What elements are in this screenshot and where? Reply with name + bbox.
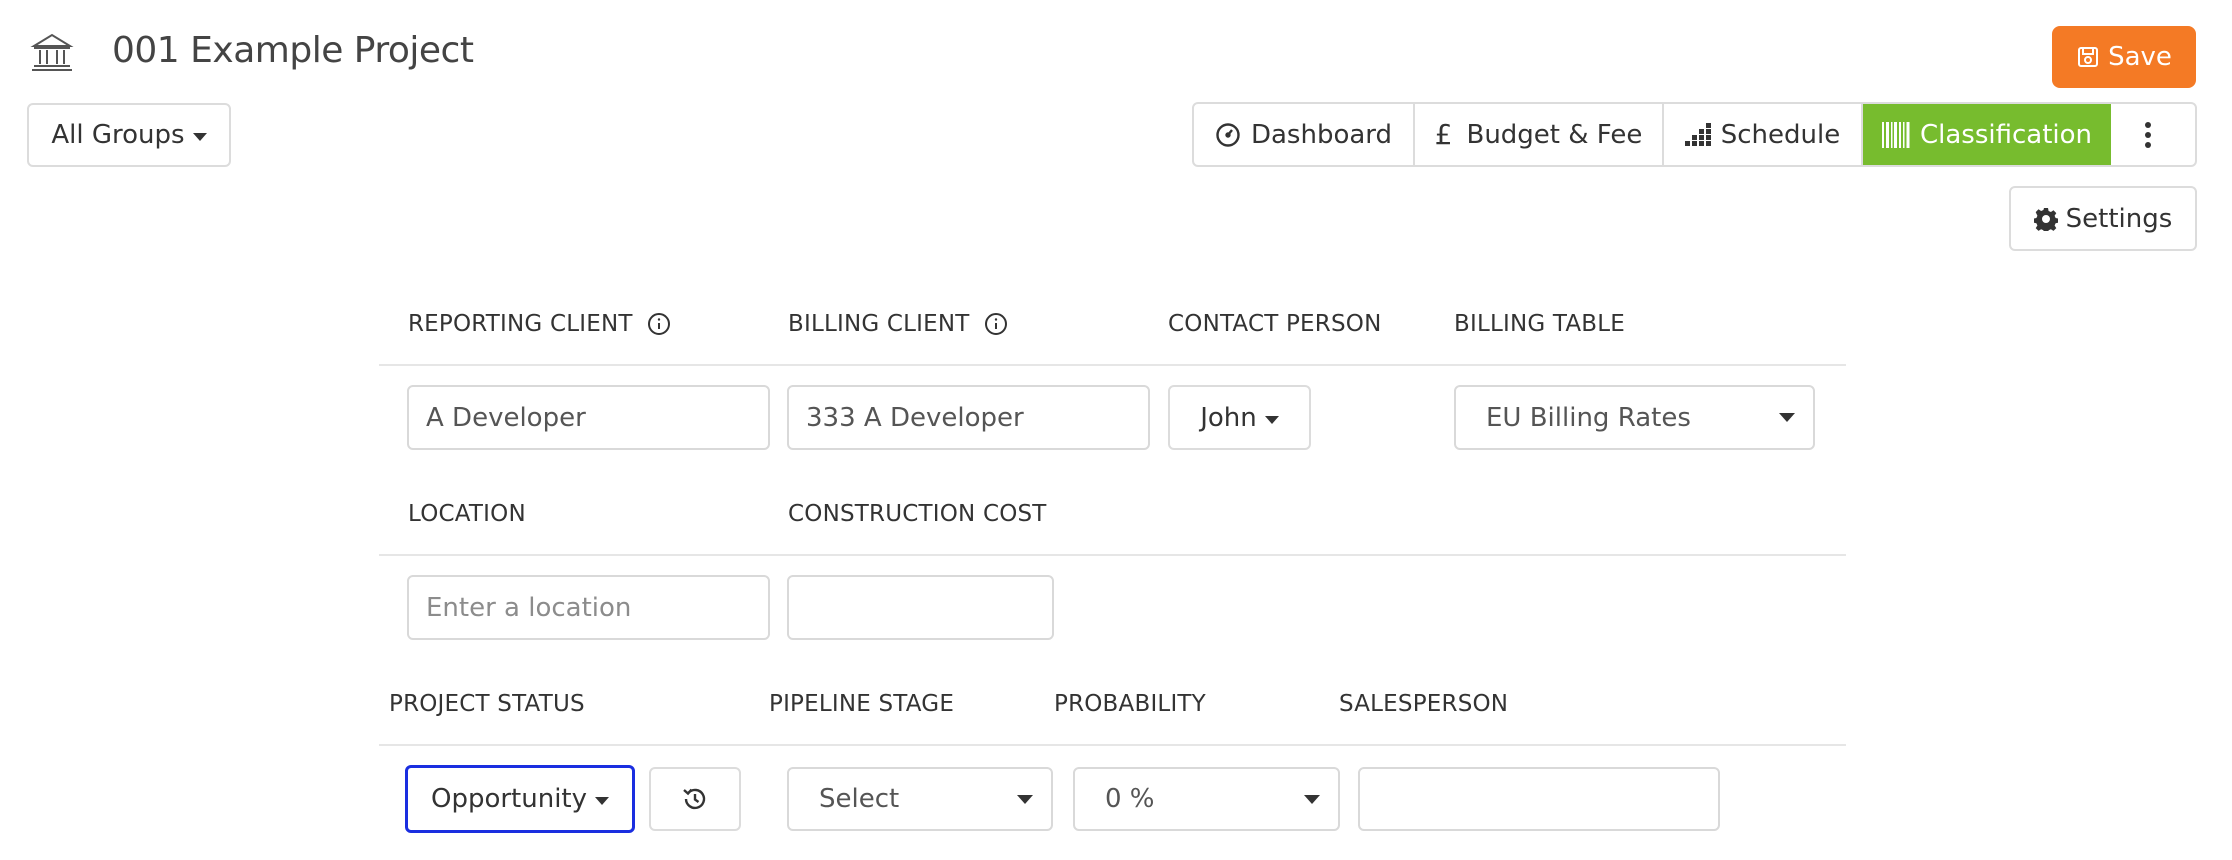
- construction-cost-label: CONSTRUCTION COST: [788, 501, 1047, 527]
- construction-cost-field[interactable]: [787, 575, 1054, 640]
- reporting-client-field[interactable]: A Developer: [407, 385, 770, 450]
- tab-budget-fee-label: Budget & Fee: [1466, 119, 1643, 150]
- divider: [379, 554, 1846, 556]
- pound-icon: £: [1434, 118, 1453, 151]
- history-icon: [683, 788, 706, 810]
- settings-label: Settings: [2065, 203, 2173, 234]
- billing-table-value: EU Billing Rates: [1486, 402, 1691, 433]
- schedule-bars-icon: [1684, 122, 1711, 146]
- salesperson-field[interactable]: [1358, 767, 1720, 831]
- location-label: LOCATION: [408, 501, 526, 527]
- tab-schedule[interactable]: Schedule: [1664, 104, 1863, 165]
- all-groups-dropdown[interactable]: All Groups: [27, 103, 231, 167]
- save-button[interactable]: Save: [2052, 26, 2196, 88]
- vertical-ellipsis-icon: [2145, 121, 2151, 148]
- info-icon[interactable]: [984, 312, 1008, 336]
- contact-person-dropdown[interactable]: John: [1168, 385, 1311, 450]
- pipeline-stage-value: Select: [819, 784, 900, 814]
- chevron-down-icon: [1017, 794, 1033, 804]
- billing-client-label-text: BILLING CLIENT: [788, 311, 970, 337]
- view-tabs: Dashboard £ Budget & Fee Schedule Classi…: [1192, 102, 2197, 167]
- tab-dashboard[interactable]: Dashboard: [1194, 104, 1415, 165]
- chevron-down-icon: [595, 797, 610, 805]
- contact-person-value: John: [1200, 402, 1257, 433]
- pipeline-stage-label: PIPELINE STAGE: [769, 691, 955, 717]
- billing-table-label: BILLING TABLE: [1454, 311, 1626, 337]
- status-history-button[interactable]: [649, 767, 741, 831]
- chevron-down-icon: [192, 133, 207, 141]
- contact-person-label: CONTACT PERSON: [1168, 311, 1382, 337]
- tab-classification[interactable]: Classification: [1863, 104, 2111, 165]
- billing-table-select[interactable]: EU Billing Rates: [1454, 385, 1815, 450]
- save-label: Save: [2108, 42, 2172, 72]
- tab-classification-label: Classification: [1919, 119, 2093, 150]
- page-title: 001 Example Project: [112, 30, 474, 71]
- gear-icon: [2033, 207, 2058, 231]
- chevron-down-icon: [1264, 415, 1279, 424]
- reporting-client-label-text: REPORTING CLIENT: [408, 311, 633, 337]
- project-building-icon: [30, 32, 74, 72]
- billing-client-label: BILLING CLIENT: [788, 311, 1008, 337]
- location-field[interactable]: Enter a location: [407, 575, 770, 640]
- groups-label: All Groups: [51, 120, 185, 150]
- tab-budget-fee[interactable]: £ Budget & Fee: [1415, 104, 1664, 165]
- chevron-down-icon: [1779, 413, 1795, 422]
- more-options-button[interactable]: [2111, 104, 2195, 165]
- probability-label: PROBABILITY: [1054, 691, 1206, 717]
- settings-button[interactable]: Settings: [2009, 186, 2197, 251]
- project-status-label: PROJECT STATUS: [389, 691, 585, 717]
- pipeline-stage-select[interactable]: Select: [787, 767, 1053, 831]
- project-status-value: Opportunity: [430, 784, 588, 814]
- salesperson-label: SALESPERSON: [1339, 691, 1509, 717]
- save-icon: [2078, 47, 2099, 67]
- probability-value: 0 %: [1105, 784, 1155, 814]
- billing-client-field[interactable]: 333 A Developer: [787, 385, 1150, 450]
- barcode-icon: [1881, 121, 1910, 148]
- divider: [379, 744, 1846, 746]
- tab-dashboard-label: Dashboard: [1250, 119, 1393, 150]
- info-icon[interactable]: [647, 312, 671, 336]
- reporting-client-label: REPORTING CLIENT: [408, 311, 671, 337]
- chevron-down-icon: [1304, 794, 1320, 804]
- probability-select[interactable]: 0 %: [1073, 767, 1340, 831]
- project-status-dropdown[interactable]: Opportunity: [405, 765, 635, 833]
- tab-schedule-label: Schedule: [1720, 119, 1841, 150]
- divider: [379, 364, 1846, 366]
- dashboard-gauge-icon: [1216, 122, 1240, 147]
